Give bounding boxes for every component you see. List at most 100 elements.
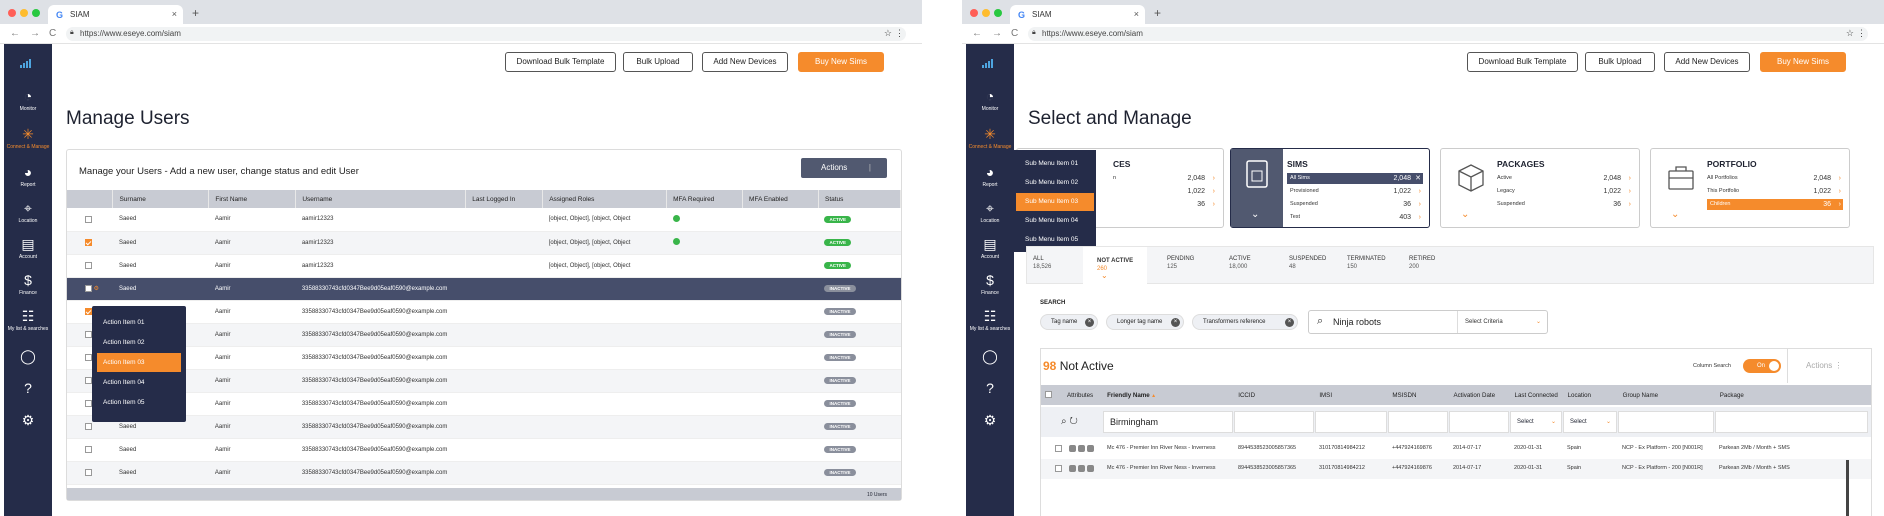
sidebar-item-account[interactable]: ▤ Account <box>4 236 52 260</box>
add-new-devices-button[interactable]: Add New Devices <box>1664 52 1750 72</box>
row-checkbox[interactable] <box>85 399 92 407</box>
sidebar-item-monitor[interactable]: ◔ Monitor <box>4 88 52 112</box>
column-header-msisdn[interactable]: MSISDN <box>1388 385 1450 405</box>
select-all-checkbox[interactable] <box>1045 391 1052 399</box>
search-input[interactable]: Ninja robots <box>1333 317 1381 327</box>
reset-icon[interactable]: ↻ <box>1069 416 1077 427</box>
package-box-icon[interactable] <box>1087 445 1094 452</box>
row-checkbox[interactable] <box>1055 445 1062 452</box>
column-header-status[interactable]: Status <box>818 190 902 208</box>
packages-row[interactable]: Active 2,048 › <box>1497 173 1633 184</box>
maximize-window-dot[interactable] <box>32 9 40 17</box>
sidebar-item-monitor[interactable]: ◔ Monitor <box>966 88 1014 112</box>
submenu-item-3[interactable]: Sub Menu Item 03 <box>1016 193 1094 211</box>
sims-row[interactable]: Suspended 36 › <box>1287 199 1423 210</box>
table-row[interactable]: ⚙ Saeed Aamir 33588330743cfd0347Bee9d05eaf0… <box>67 277 901 301</box>
column-header-iccid[interactable]: ICCID <box>1234 385 1316 405</box>
reload-icon[interactable]: C <box>49 28 56 39</box>
package-box-icon[interactable] <box>1087 465 1094 472</box>
forward-icon[interactable]: → <box>30 28 40 39</box>
table-row[interactable]: SaeedAamir33588330743cfd0347Bee9d05eaf05… <box>67 300 901 324</box>
sidebar-item-report[interactable]: ◕ Report <box>966 164 1014 188</box>
column-header-last-connected[interactable]: Last Connected <box>1510 385 1564 405</box>
column-header-activation-date[interactable]: Activation Date <box>1449 385 1511 405</box>
chevron-down-icon[interactable]: ⌄ <box>1251 209 1259 220</box>
table-row[interactable]: Saeed Aamir aamir12323 [object, Object], [o… <box>67 254 901 278</box>
table-row[interactable]: Mc 476 - Premier Inn River Ness - Invern… <box>1041 459 1871 479</box>
bulk-upload-button[interactable]: Bulk Upload <box>1585 52 1655 72</box>
sidebar-item-location[interactable]: ⌖ Location <box>4 200 52 224</box>
portfolio-row-children[interactable]: Children 36 › <box>1707 199 1843 210</box>
sims-row-all[interactable]: All Sims 2,048 ✕ <box>1287 173 1423 184</box>
sidebar-item-my-list-searches[interactable]: ☷ My list & searches <box>966 308 1014 332</box>
package-filter[interactable] <box>1715 411 1868 433</box>
sidebar-item-help[interactable]: ? <box>966 380 1014 398</box>
minimize-window-dot[interactable] <box>982 9 990 17</box>
row-checkbox[interactable] <box>1055 465 1062 472</box>
url-input[interactable]: 🔒︎ https://www.eseye.com/siam ☆ ⋮ <box>1028 27 1868 41</box>
settings-icon[interactable] <box>1069 445 1076 452</box>
actions-button[interactable]: | Actions <box>801 158 887 178</box>
minimize-window-dot[interactable] <box>20 9 28 17</box>
close-window-dot[interactable] <box>970 9 978 17</box>
submenu-item-2[interactable]: Sub Menu Item 02 <box>1016 174 1094 192</box>
sims-tile[interactable]: ⌄ SIMS All Sims 2,048 ✕ Provisioned 1,022 › … <box>1230 148 1430 228</box>
column-header-assigned-roles[interactable]: Assigned Roles <box>542 190 668 208</box>
scrollbar[interactable] <box>1846 460 1849 516</box>
browser-tab[interactable]: G SIAM × <box>1010 5 1145 24</box>
close-window-dot[interactable] <box>8 9 16 17</box>
reload-icon[interactable]: C <box>1011 28 1018 39</box>
column-header-mfa-required[interactable]: MFA Required <box>666 190 744 208</box>
settings-icon[interactable] <box>1069 465 1076 472</box>
eseye-logo-icon[interactable] <box>20 58 34 68</box>
sims-row[interactable]: Test 403 › <box>1287 212 1423 223</box>
row-checkbox[interactable] <box>85 238 92 246</box>
sims-row[interactable]: Provisioned 1,022 › <box>1287 186 1423 197</box>
packages-row[interactable]: Suspended 36 › <box>1497 199 1633 210</box>
add-new-devices-button[interactable]: Add New Devices <box>702 52 788 72</box>
column-header-friendly-name[interactable]: Friendly Name ▲ <box>1103 385 1235 405</box>
sidebar-item-my-list-searches[interactable]: ☷ My list & searches <box>4 308 52 332</box>
group-name-filter[interactable] <box>1618 411 1714 433</box>
column-header-last-logged-in[interactable]: Last Logged In <box>465 190 544 208</box>
close-tab-icon[interactable]: × <box>1134 9 1139 19</box>
back-icon[interactable]: ← <box>972 28 982 39</box>
table-row[interactable]: Saeed Aamir aamir12323 [object, Object], [o… <box>67 231 901 255</box>
bookmark-star-icon[interactable]: ☆ <box>884 28 892 39</box>
portfolio-row[interactable]: This Portfolio 1,022 › <box>1707 186 1843 197</box>
remove-chip-icon[interactable]: × <box>1285 318 1294 327</box>
table-row[interactable]: SaeedAamir33588330743cfd0347Bee9d05eaf05… <box>67 415 901 439</box>
back-icon[interactable]: ← <box>10 28 20 39</box>
row-checkbox[interactable] <box>85 468 92 476</box>
column-header-location[interactable]: Location <box>1563 385 1619 405</box>
tab-active[interactable]: ACTIVE 18,000 <box>1229 255 1251 271</box>
devices-row[interactable]: 1,022 › <box>1113 186 1217 197</box>
table-row[interactable]: SaeedAamir33588330743cfd0347Bee9d05eaf05… <box>67 438 901 462</box>
menu-item-action-4[interactable]: Action Item 04 <box>97 373 181 392</box>
row-checkbox[interactable] <box>85 330 92 338</box>
last-connected-select[interactable]: Select ⌄ <box>1510 411 1562 433</box>
submenu-item-4[interactable]: Sub Menu Item 04 <box>1016 212 1094 230</box>
sidebar-item-user[interactable]: ◯ <box>966 348 1014 366</box>
row-checkbox[interactable] <box>85 376 92 384</box>
row-checkbox[interactable] <box>85 215 92 223</box>
packages-tile[interactable]: ⌄ PACKAGES Active 2,048 › Legacy 1,022 › Sus… <box>1440 148 1640 228</box>
table-row[interactable]: SaeedAamir33588330743cfd0347Bee9d05eaf05… <box>67 392 901 416</box>
tag-chip[interactable]: Transformers reference × <box>1192 314 1298 330</box>
tab-all[interactable]: ALL 18,526 <box>1033 255 1051 271</box>
column-header-mfa-enabled[interactable]: MFA Enabled <box>742 190 819 208</box>
iccid-filter[interactable] <box>1234 411 1314 433</box>
tag-chip[interactable]: Longer tag name × <box>1106 314 1184 330</box>
column-header-surname[interactable]: Surname <box>112 190 210 208</box>
close-tab-icon[interactable]: × <box>172 9 177 19</box>
search-icon[interactable]: ⌕ <box>1061 416 1067 427</box>
row-checkbox[interactable] <box>85 307 92 315</box>
tab-suspended[interactable]: SUSPENDED 48 <box>1289 255 1326 271</box>
row-checkbox[interactable] <box>85 261 92 269</box>
tab-not-active[interactable]: NOT ACTIVE 260 ⌄ <box>1083 247 1148 285</box>
location-select[interactable]: Select ⌄ <box>1563 411 1617 433</box>
browser-tab[interactable]: G SIAM × <box>48 5 183 24</box>
menu-item-action-1[interactable]: Action Item 01 <box>97 313 181 332</box>
column-header-attributes[interactable]: Attributes <box>1063 385 1104 405</box>
bulk-upload-button[interactable]: Bulk Upload <box>623 52 693 72</box>
